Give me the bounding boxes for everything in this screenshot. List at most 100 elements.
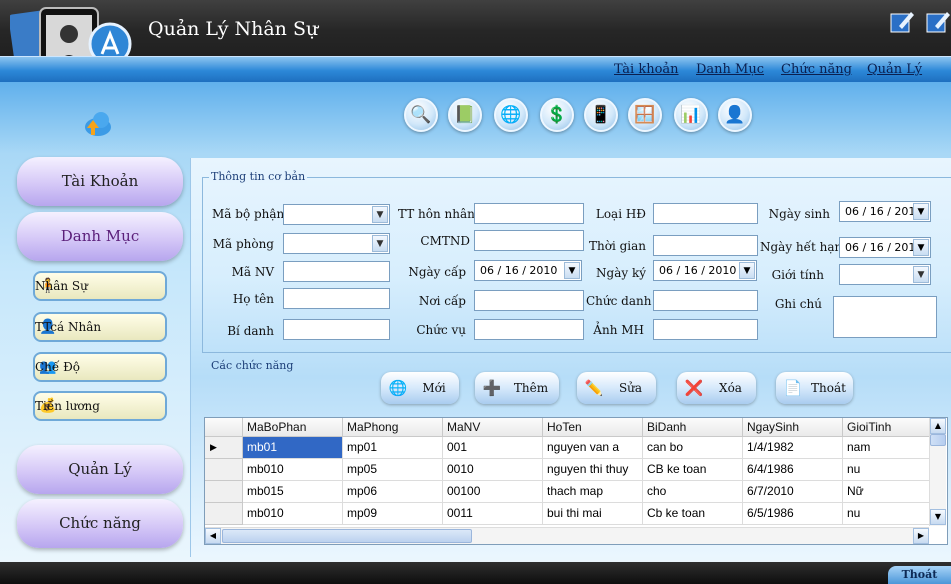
current-row-icon[interactable]: ▶ (205, 437, 243, 459)
col-header-ho-ten[interactable]: HoTen (543, 418, 643, 437)
scroll-up-icon[interactable]: ▲ (930, 418, 946, 434)
nav-function-button[interactable]: Chức năng (17, 499, 183, 548)
toolbar-person-button[interactable]: 👤 (718, 98, 752, 132)
nav-sub-policy[interactable]: 👥 Chế Độ (33, 352, 167, 382)
table-row[interactable]: mb010 mp09 0011 bui thi mai Cb ke toan 6… (205, 503, 943, 525)
table-cell[interactable]: 1/4/1982 (743, 437, 843, 459)
chevron-down-icon[interactable]: ▼ (372, 206, 388, 223)
table-cell[interactable]: cho (643, 481, 743, 503)
table-row[interactable]: mb010 mp05 0010 nguyen thi thuy CB ke to… (205, 459, 943, 481)
col-header-ngay-sinh[interactable]: NgaySinh (743, 418, 843, 437)
toolbar-windows-button[interactable]: 🪟 (628, 98, 662, 132)
table-row[interactable]: ▶ mb01 mp01 001 nguyen van a can bo 1/4/… (205, 437, 943, 459)
table-cell[interactable]: 0011 (443, 503, 543, 525)
table-cell[interactable]: nu (843, 459, 943, 481)
row-header[interactable] (205, 503, 243, 525)
edit-button[interactable]: ✏️ Sửa (577, 372, 656, 404)
table-cell[interactable]: bui thi mai (543, 503, 643, 525)
table-cell[interactable]: mb010 (243, 459, 343, 481)
exit-button[interactable]: 📄 Thoát (776, 372, 853, 404)
ghi-chu-textarea[interactable] (833, 296, 937, 338)
chevron-down-icon[interactable]: ▼ (739, 262, 755, 279)
chuc-danh-field[interactable] (653, 290, 758, 311)
ma-nv-field[interactable] (283, 261, 390, 282)
ma-phong-select[interactable]: ▼ (283, 233, 390, 254)
ngay-cap-picker[interactable]: 06 / 16 / 2010 ▼ (474, 260, 582, 281)
table-cell[interactable]: 001 (443, 437, 543, 459)
anh-mh-field[interactable] (653, 319, 758, 340)
ngay-het-han-picker[interactable]: 06 / 16 / 2010 ▼ (839, 237, 931, 258)
table-cell[interactable]: 6/7/2010 (743, 481, 843, 503)
noi-cap-field[interactable] (474, 290, 584, 311)
ma-bo-phan-select[interactable]: ▼ (283, 204, 390, 225)
menu-item-category[interactable]: Danh Mục (696, 62, 764, 77)
nav-category-button[interactable]: Danh Mục (17, 212, 183, 261)
chevron-down-icon[interactable]: ▼ (372, 235, 388, 252)
chevron-down-icon[interactable]: ▼ (913, 266, 929, 283)
table-cell[interactable]: nguyen van a (543, 437, 643, 459)
table-cell[interactable]: thach map (543, 481, 643, 503)
toolbar-document-search-button[interactable]: 🔍 (404, 98, 438, 132)
cloud-upload-icon[interactable] (79, 108, 113, 138)
toolbar-notebook-button[interactable]: 📗 (448, 98, 482, 132)
thoi-gian-field[interactable] (653, 235, 758, 256)
scroll-left-icon[interactable]: ◀ (205, 528, 221, 544)
col-header-ma-nv[interactable]: MaNV (443, 418, 543, 437)
gioi-tinh-select[interactable]: ▼ (839, 264, 931, 285)
nav-manage-button[interactable]: Quản Lý (17, 445, 183, 494)
edit-icon-2[interactable] (925, 8, 951, 34)
scroll-down-icon[interactable]: ▼ (930, 509, 946, 525)
table-cell[interactable]: mb010 (243, 503, 343, 525)
table-cell[interactable]: nam (843, 437, 943, 459)
table-cell[interactable]: nu (843, 503, 943, 525)
menu-item-function[interactable]: Chức năng (781, 62, 852, 77)
chuc-vu-field[interactable] (474, 319, 584, 340)
table-cell[interactable]: nguyen thi thuy (543, 459, 643, 481)
table-cell[interactable]: mb01 (243, 437, 343, 459)
menu-item-account[interactable]: Tài khoản (614, 62, 679, 77)
table-cell[interactable]: can bo (643, 437, 743, 459)
add-button[interactable]: ➕ Thêm (475, 372, 559, 404)
table-cell[interactable]: 6/5/1986 (743, 503, 843, 525)
grid-horizontal-scrollbar[interactable]: ◀ ▶ (205, 527, 929, 544)
chevron-down-icon[interactable]: ▼ (564, 262, 580, 279)
chevron-down-icon[interactable]: ▼ (913, 203, 929, 220)
table-cell[interactable]: mp01 (343, 437, 443, 459)
table-cell[interactable]: mp06 (343, 481, 443, 503)
nav-sub-salary[interactable]: 💰 Tiền lương (33, 391, 167, 421)
table-cell[interactable]: mp09 (343, 503, 443, 525)
nav-sub-employee[interactable]: 🧍 Nhân Sự (33, 271, 167, 301)
table-cell[interactable]: mp05 (343, 459, 443, 481)
table-cell[interactable]: Nữ (843, 481, 943, 503)
row-header[interactable] (205, 481, 243, 503)
menu-item-manage[interactable]: Quản Lý (867, 62, 922, 77)
table-row[interactable]: mb015 mp06 00100 thach map cho 6/7/2010 … (205, 481, 943, 503)
cmtnd-field[interactable] (474, 230, 584, 251)
table-cell[interactable]: 0010 (443, 459, 543, 481)
scroll-thumb-horizontal[interactable] (222, 529, 472, 543)
ngay-sinh-picker[interactable]: 06 / 16 / 2010 ▼ (839, 201, 931, 222)
grid-vertical-scrollbar[interactable]: ▲ ▼ (929, 418, 946, 526)
scroll-right-icon[interactable]: ▶ (913, 528, 929, 544)
row-header[interactable] (205, 459, 243, 481)
col-header-ma-bo-phan[interactable]: MaBoPhan (243, 418, 343, 437)
scroll-thumb[interactable] (930, 434, 946, 446)
ngay-ky-picker[interactable]: 06 / 16 / 2010 ▼ (653, 260, 757, 281)
delete-button[interactable]: ❌ Xóa (677, 372, 756, 404)
table-cell[interactable]: 6/4/1986 (743, 459, 843, 481)
toolbar-phone-button[interactable]: 📱 (584, 98, 618, 132)
chevron-down-icon[interactable]: ▼ (913, 239, 929, 256)
table-cell[interactable]: mb015 (243, 481, 343, 503)
employee-grid[interactable]: MaBoPhan MaPhong MaNV HoTen BiDanh NgayS… (204, 417, 948, 545)
ho-ten-field[interactable] (283, 288, 390, 309)
bi-danh-field[interactable] (283, 319, 390, 340)
table-cell[interactable]: Cb ke toan (643, 503, 743, 525)
table-cell[interactable]: CB ke toan (643, 459, 743, 481)
toolbar-users-chart-button[interactable]: 📊 (674, 98, 708, 132)
tt-hon-nhan-field[interactable] (474, 203, 584, 224)
nav-account-button[interactable]: Tài Khoản (17, 157, 183, 206)
edit-icon[interactable] (889, 8, 915, 34)
table-cell[interactable]: 00100 (443, 481, 543, 503)
nav-sub-personal-info[interactable]: 👤 TTcá Nhân (33, 312, 167, 342)
toolbar-money-button[interactable]: 💲 (540, 98, 574, 132)
